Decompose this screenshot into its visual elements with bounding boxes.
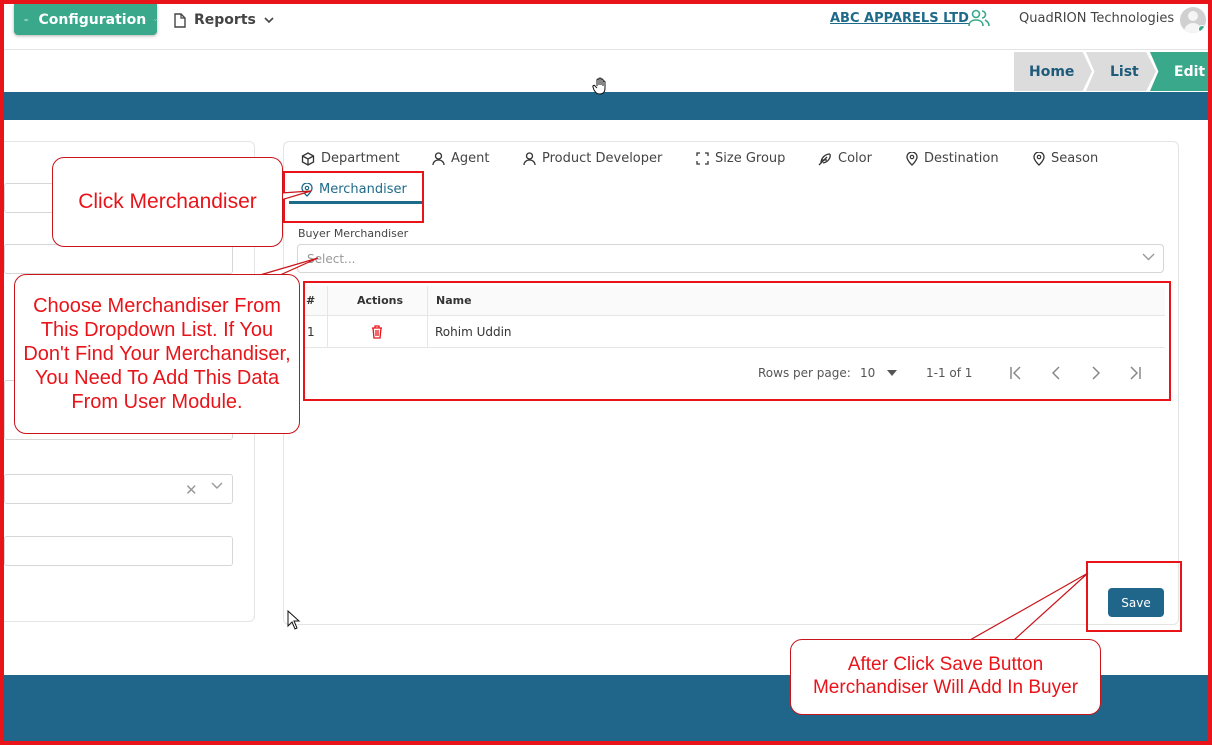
table-highlight [303,281,1171,401]
tab-label: Color [838,151,872,166]
callout-text: After Click Save Button Merchandiser Wil… [812,654,1079,698]
tab-product-developer[interactable]: Product Developer [523,151,662,166]
tab-label: Agent [451,151,490,166]
configuration-icon [24,18,29,21]
tab-label: Department [321,151,400,166]
tab-label: Size Group [715,151,786,166]
organization-name: QuadRION Technologies [1019,11,1175,26]
online-status-dot [1198,25,1206,33]
form-select[interactable] [4,474,233,504]
tab-size-group[interactable]: Size Group [696,151,785,166]
hand-cursor-icon [592,77,606,95]
tab-destination[interactable]: Destination [906,151,999,166]
buyer-merchandiser-label: Buyer Merchandiser [298,227,409,240]
tab-color[interactable]: Color [818,151,872,166]
form-field[interactable] [4,536,233,566]
tab-season[interactable]: Season [1033,151,1098,166]
chevron-down-icon [154,18,157,21]
pointer-cursor-icon [287,610,301,630]
breadcrumb-edit: Edit [1150,52,1212,91]
document-icon [174,12,186,28]
buyer-merchandiser-select[interactable]: Select... [297,244,1164,273]
user-icon [432,151,445,165]
map-pin-icon [906,151,918,166]
users-icon[interactable] [968,9,990,27]
box-icon [301,151,315,166]
chevron-down-icon[interactable] [211,482,223,490]
select-placeholder: Select... [307,252,356,266]
configuration-label: Configuration [38,11,147,28]
avatar[interactable] [1180,7,1206,33]
breadcrumb-list[interactable]: List [1086,52,1156,91]
callout-click-merchandiser: Click Merchandiser [52,157,283,247]
breadcrumb-home[interactable]: Home [1014,52,1092,91]
reports-label: Reports [194,12,256,28]
header-band [4,92,1208,120]
tab-department[interactable]: Department [301,151,400,166]
save-button-highlight [1086,561,1182,632]
tab-label: Destination [924,151,999,166]
callout-choose-merchandiser: Choose Merchandiser From This Dropdown L… [14,274,300,434]
callout-after-save: After Click Save Button Merchandiser Wil… [790,639,1101,715]
chevron-down-icon[interactable] [1142,253,1155,261]
breadcrumb: Home List Edit [1014,52,1212,91]
expand-icon [696,152,709,165]
top-navbar: Configuration Reports ABC APPARELS LTD Q… [4,4,1208,50]
tab-label: Product Developer [542,151,663,166]
form-field[interactable] [4,244,233,274]
user-icon [523,151,536,165]
feather-icon [818,152,831,165]
company-link[interactable]: ABC APPARELS LTD [830,11,969,26]
merchandiser-tab-highlight [283,171,424,223]
clear-icon[interactable]: ✕ [185,481,198,499]
map-pin-icon [1033,151,1045,166]
tab-agent[interactable]: Agent [432,151,489,166]
chevron-down-icon [264,17,274,24]
configuration-menu-button[interactable]: Configuration [14,4,157,35]
reports-menu-button[interactable]: Reports [174,10,274,30]
tab-label: Season [1051,151,1099,166]
callout-text: Choose Merchandiser From This Dropdown L… [23,295,291,413]
callout-text: Click Merchandiser [78,190,257,214]
